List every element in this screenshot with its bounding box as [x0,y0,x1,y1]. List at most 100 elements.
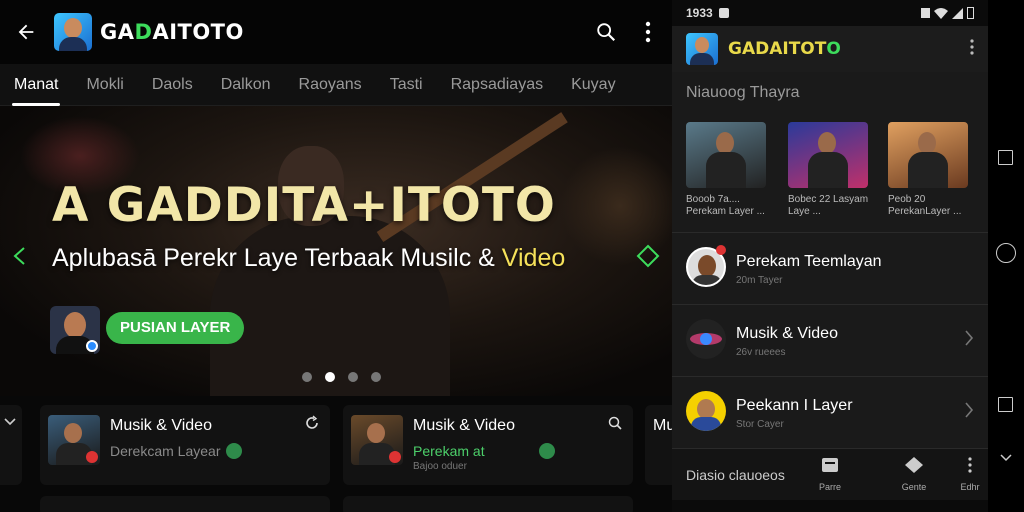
status-bar: 1933 [672,0,988,26]
section-title: Niauoog Thayra [686,84,800,101]
artist-thumbnails: Booob 7a.... Perekam Layer ... Bobec 22 … [686,122,976,222]
home-button[interactable] [996,243,1016,263]
tab-5[interactable]: Tasti [376,64,437,106]
media-card-partial[interactable]: Mu [645,405,672,485]
artist-thumb[interactable] [686,122,766,188]
panel-title: GADAITOTO [728,39,841,59]
more-vert-icon [970,38,974,55]
list-item-title: Perekam Teemlayan [736,253,882,270]
carousel-prev-button[interactable] [8,244,32,268]
card-subtitle: Derekcam Layear [110,443,221,459]
search-icon [597,23,616,42]
media-card-row2[interactable] [40,496,330,512]
hero-banner[interactable]: A GADDITA+ITOTO Aplubasā Perekr Laye Ter… [0,106,672,396]
list-item[interactable]: Perekam Teemlayan 20m Tayer [672,232,988,302]
card-thumbnail [48,415,100,465]
carousel-next-button[interactable] [636,244,660,268]
bottom-label[interactable]: Diasio clauoeos [686,467,785,483]
hero-artist-image [210,216,450,396]
artist-thumb[interactable] [888,122,968,188]
artist-caption: Peob 20 PerekanLayer ... [888,194,962,217]
avatar [686,391,726,431]
tab-6[interactable]: Rapsadiayas [437,64,558,106]
notification-icon [718,8,729,18]
nav-label: Edhr [960,482,980,492]
card-thumbnail [351,415,403,465]
chevron-down-icon [4,418,16,426]
hero-subtitle: Aplubasā Perekr Laye Terbaak Musilc & Vi… [52,244,566,272]
tab-1[interactable]: Mokli [72,64,137,106]
search-icon [608,416,622,430]
library-icon [822,458,838,472]
signal-icon [952,7,963,19]
list-item[interactable]: Musik & Video 26v rueees [672,304,988,374]
panel-logo [686,33,718,65]
carousel-dot[interactable] [348,372,358,382]
refresh-icon [306,415,318,429]
nav-edhr[interactable]: Edhr [940,457,988,492]
tab-0[interactable]: Manat [0,64,72,106]
verified-check-icon [226,443,242,459]
status-time: 1933 [686,6,713,20]
search-button[interactable] [588,14,624,50]
carousel-dot[interactable] [325,372,335,382]
carousel-dot[interactable] [371,372,381,382]
app-title: GADAITOTO [100,20,244,44]
hero-avatar [50,306,100,354]
search-card-button[interactable] [607,415,623,436]
nav-label: Parre [818,482,841,492]
battery-icon [967,7,974,19]
system-nav-strip [672,500,988,512]
wifi-icon [934,7,948,19]
nav-parre[interactable]: Parre [800,457,860,492]
app-logo [54,13,92,51]
verified-badge-icon [86,340,98,352]
chevron-down-icon[interactable] [1000,454,1012,462]
category-tabs: Manat Mokli Daols Dalkon Raoyans Tasti R… [0,64,672,106]
nav-label: Gente [901,482,927,492]
list-item[interactable]: Peekann I Layer Stor Cayer [672,376,988,446]
hero-cta-button[interactable]: PUSIAN LAYER [106,312,245,344]
diamond-next-icon [636,244,660,268]
artist-caption: Bobec 22 Lasyam Laye ... [788,194,869,217]
media-card[interactable]: Musik & Video Perekam at Bajoo oduer [343,405,633,485]
list-item-subtitle: 20m Tayer [736,275,783,286]
artist-thumb[interactable] [788,122,868,188]
card-subtitle: Perekam at [413,443,485,459]
panel-more-button[interactable] [970,38,974,60]
card-title: Mu [653,417,672,434]
carousel-dots [302,372,381,382]
media-card[interactable]: Musik & Video Derekcam Layear [40,405,330,485]
hero-title: A GADDITA+ITOTO [52,178,556,233]
more-menu-button[interactable] [630,14,666,50]
card-title: Musik & Video [413,417,515,434]
music-video-icon [686,319,726,359]
verified-check-icon [539,443,555,459]
list-item-subtitle: 26v rueees [736,347,786,358]
refresh-button[interactable] [304,415,320,436]
carousel-dot[interactable] [302,372,312,382]
overview-button[interactable] [998,397,1013,412]
system-navigation [988,0,1024,512]
list-item-title: Peekann I Layer [736,397,853,414]
content-cards: Musik & Video Derekcam Layear Musik & Vi… [0,396,672,512]
nfc-icon [921,8,930,18]
phone-panel: 1933 GADAITOTO Niauoog Thayra Booob 7a..… [672,0,988,512]
arrow-left-icon [18,24,34,40]
chevron-left-icon [13,247,25,265]
card-partial-left[interactable] [0,405,22,485]
chevron-right-icon [965,330,974,346]
tag-icon [905,457,923,473]
tab-7[interactable]: Kuyay [557,64,629,106]
more-vert-icon [968,457,972,473]
card-title: Musik & Video [110,417,212,434]
tab-3[interactable]: Dalkon [207,64,285,106]
back-button[interactable] [4,10,48,54]
tab-2[interactable]: Daols [138,64,207,106]
panel-header: GADAITOTO [672,26,988,72]
recents-button[interactable] [998,150,1013,165]
tab-4[interactable]: Raoyans [285,64,376,106]
media-card-row2[interactable] [343,496,633,512]
nav-gente[interactable]: Gente [884,457,944,492]
card-meta: Bajoo oduer [413,461,467,472]
